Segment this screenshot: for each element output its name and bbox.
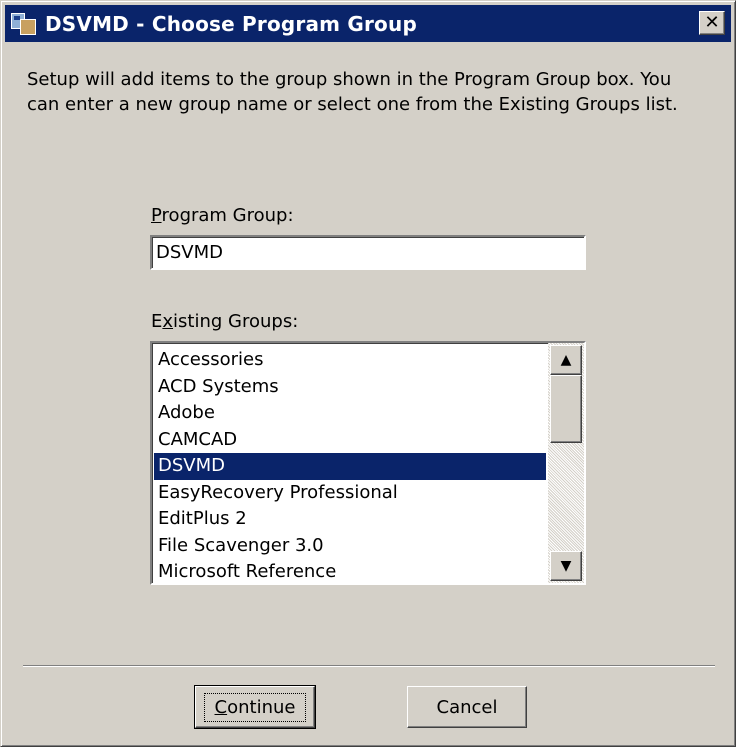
program-group-input[interactable]: DSVMD [150,235,586,270]
list-item[interactable]: Accessories [154,347,546,374]
list-items: Accessories ACD Systems Adobe CAMCAD DSVMD Ea… [154,347,546,583]
continue-label-text: ontinue [227,696,296,718]
setup-app-icon [11,11,37,37]
continue-button-label: Continue [203,692,307,722]
list-item[interactable]: EasyRecovery Professional [154,480,546,507]
list-item[interactable]: Microsoft Reference [154,559,546,583]
dialog-window: DSVMD - Choose Program Group ✕ Setup wil… [0,0,736,747]
program-group-label-text: rogram Group: [161,205,294,226]
continue-mnemonic: C [214,696,228,718]
program-group-value: DSVMD [156,242,223,263]
list-item[interactable]: EditPlus 2 [154,506,546,533]
arrow-down-icon: ▼ [560,558,572,574]
list-item[interactable]: File Scavenger 3.0 [154,533,546,560]
cancel-button-label: Cancel [436,696,498,718]
title-bar[interactable]: DSVMD - Choose Program Group ✕ [5,5,731,42]
existing-groups-label-start: E [151,311,163,332]
scrollbar-thumb[interactable] [550,375,582,443]
window-title: DSVMD - Choose Program Group [45,11,417,36]
list-item[interactable]: ACD Systems [154,374,546,401]
cancel-button[interactable]: Cancel [407,686,527,728]
separator-line [23,665,715,667]
existing-groups-label-text: isting Groups: [173,311,299,332]
program-group-label: Program Group: [151,205,294,226]
arrow-up-icon: ▲ [560,352,572,368]
continue-button[interactable]: Continue [194,685,316,729]
list-item[interactable]: DSVMD [154,453,546,480]
description-text: Setup will add items to the group shown … [27,69,678,115]
scroll-up-button[interactable]: ▲ [550,345,582,375]
close-button[interactable]: ✕ [699,11,725,35]
list-item[interactable]: Adobe [154,400,546,427]
existing-groups-label: Existing Groups: [151,311,298,332]
scroll-down-button[interactable]: ▼ [550,551,582,581]
existing-groups-list[interactable]: Accessories ACD Systems Adobe CAMCAD DSVMD Ea… [150,341,586,585]
existing-groups-mnemonic: x [162,311,174,332]
program-group-mnemonic: P [151,205,162,226]
close-icon: ✕ [704,12,720,33]
list-item[interactable]: CAMCAD [154,427,546,454]
vertical-scrollbar[interactable]: ▲ ▼ [548,343,584,583]
